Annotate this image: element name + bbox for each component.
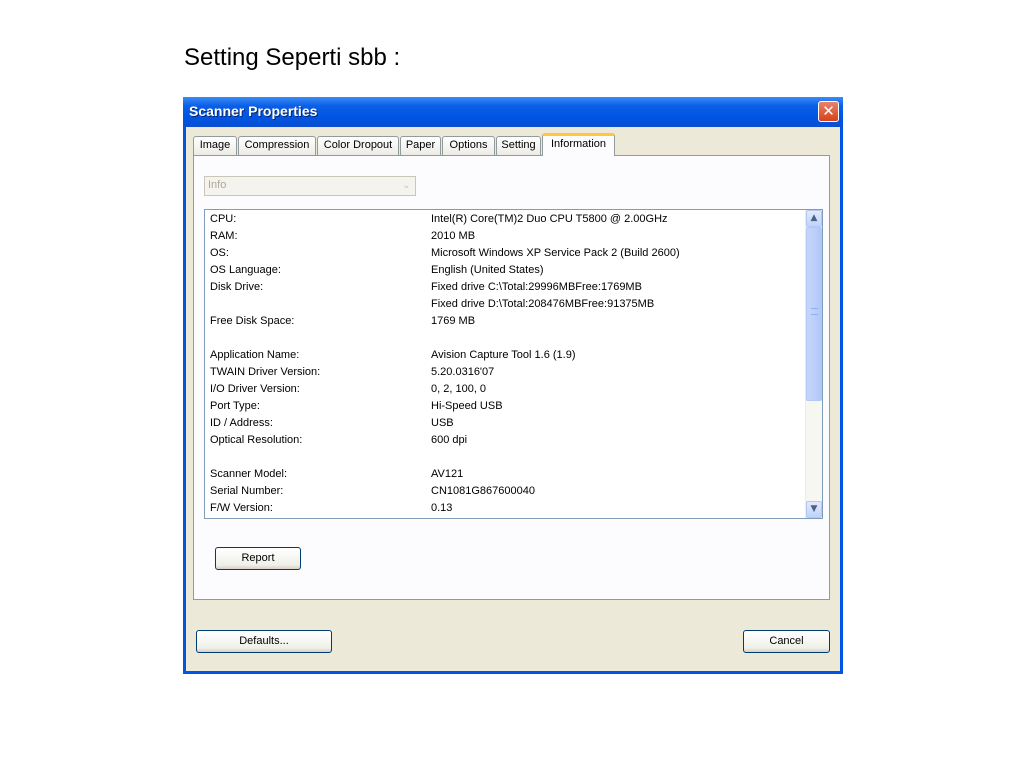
info-label: Serial Number: xyxy=(210,485,284,497)
info-value: 600 dpi xyxy=(431,434,468,446)
tab-options[interactable]: Options xyxy=(442,136,495,155)
scanner-properties-dialog: Scanner Properties ✕ Image Compression C… xyxy=(183,97,843,674)
scroll-down-icon[interactable]: ▼ xyxy=(806,501,822,518)
info-label: Optical Resolution: xyxy=(210,434,303,446)
report-button[interactable]: Report xyxy=(215,547,301,570)
info-label: TWAIN Driver Version: xyxy=(210,366,321,378)
dialog-client-area: Image Compression Color Dropout Paper Op… xyxy=(186,127,840,671)
slide-title: Setting Seperti sbb : xyxy=(184,44,401,71)
info-value: 0, 2, 100, 0 xyxy=(431,383,487,395)
info-label: ID / Address: xyxy=(210,417,273,429)
tab-setting[interactable]: Setting xyxy=(496,136,541,155)
scroll-thumb[interactable] xyxy=(806,227,822,401)
close-icon: ✕ xyxy=(822,102,835,120)
info-label: Port Type: xyxy=(210,400,260,412)
info-value: CN1081G867600040 xyxy=(431,485,535,497)
info-value: Avision Capture Tool 1.6 (1.9) xyxy=(431,349,576,361)
information-panel: Info ⌄ CPU: Intel(R) Core(TM)2 Duo CPU T… xyxy=(193,155,830,600)
info-value: 1769 MB xyxy=(431,315,476,327)
info-label: Application Name: xyxy=(210,349,300,361)
info-value: English (United States) xyxy=(431,264,544,276)
info-value: 2010 MB xyxy=(431,230,476,242)
cancel-button[interactable]: Cancel xyxy=(743,630,830,653)
tab-color-dropout[interactable]: Color Dropout xyxy=(317,136,399,155)
title-bar[interactable]: Scanner Properties ✕ xyxy=(183,97,843,127)
info-value: Hi-Speed USB xyxy=(431,400,503,412)
tab-paper[interactable]: Paper xyxy=(400,136,441,155)
system-info-list[interactable]: CPU: Intel(R) Core(TM)2 Duo CPU T5800 @ … xyxy=(204,209,823,519)
info-label: OS: xyxy=(210,247,229,259)
grip-icon xyxy=(811,308,818,315)
tab-image[interactable]: Image xyxy=(193,136,237,155)
info-value: Microsoft Windows XP Service Pack 2 (Bui… xyxy=(431,247,680,259)
window-title: Scanner Properties xyxy=(189,103,318,119)
info-label: F/W Version: xyxy=(210,502,273,514)
scroll-up-icon[interactable]: ▲ xyxy=(806,210,822,227)
info-label: CPU: xyxy=(210,213,237,225)
info-value: 0.13 xyxy=(431,502,453,514)
info-value: Fixed drive C:\Total:29996MBFree:1769MB xyxy=(431,281,642,293)
info-value: USB xyxy=(431,417,454,429)
close-button[interactable]: ✕ xyxy=(818,101,839,122)
chevron-down-icon[interactable]: ⌄ xyxy=(398,177,415,195)
info-dropdown-value: Info xyxy=(208,179,227,191)
vertical-scrollbar[interactable]: ▲ ▼ xyxy=(805,210,822,518)
info-dropdown[interactable]: Info ⌄ xyxy=(204,176,416,196)
info-label: Scanner Model: xyxy=(210,468,288,480)
info-label: RAM: xyxy=(210,230,238,242)
info-label: Disk Drive: xyxy=(210,281,264,293)
info-label: OS Language: xyxy=(210,264,281,276)
info-value: Intel(R) Core(TM)2 Duo CPU T5800 @ 2.00G… xyxy=(431,213,668,225)
defaults-button[interactable]: Defaults... xyxy=(196,630,332,653)
info-label: I/O Driver Version: xyxy=(210,383,300,395)
tab-information[interactable]: Information xyxy=(542,133,615,156)
info-value: 5.20.0316'07 xyxy=(431,366,495,378)
tab-compression[interactable]: Compression xyxy=(238,136,316,155)
info-value: AV121 xyxy=(431,468,464,480)
info-value: Fixed drive D:\Total:208476MBFree:91375M… xyxy=(431,298,655,310)
info-label: Free Disk Space: xyxy=(210,315,295,327)
